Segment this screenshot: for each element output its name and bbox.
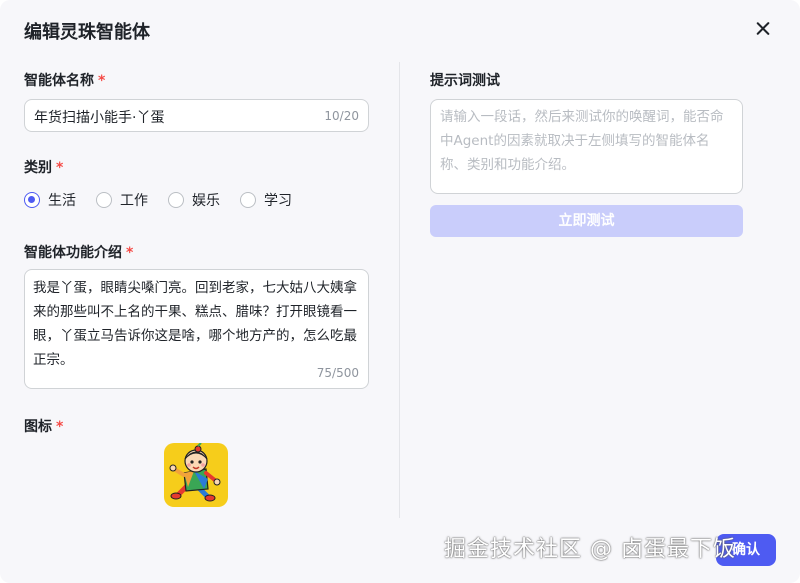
description-label: 智能体功能介绍 * <box>24 242 133 262</box>
edit-agent-dialog: 编辑灵珠智能体 智能体名称 * 年货扫描小能手·丫蛋 10/20 类别 * 生活 工… <box>0 0 800 583</box>
category-option-label: 娱乐 <box>192 193 220 209</box>
description-label-text: 智能体功能介绍 <box>24 245 122 261</box>
prompt-test-textarea[interactable]: 请输入一段话，然后来测试你的唤醒词，能否命中Agent的因素就取决于左侧填写的智… <box>430 99 743 194</box>
category-option-label: 工作 <box>120 193 148 209</box>
radio-unchecked-icon <box>168 192 184 208</box>
description-char-counter: 75/500 <box>316 366 359 380</box>
prompt-test-label: 提示词测试 <box>430 73 500 89</box>
required-mark: * <box>56 160 64 176</box>
radio-checked-icon <box>24 192 40 208</box>
category-option-label: 学习 <box>264 193 292 209</box>
radio-unchecked-icon <box>240 192 256 208</box>
required-mark: * <box>126 245 134 261</box>
agent-description-textarea[interactable]: 我是丫蛋，眼睛尖嗓门亮。回到老家，七大姑八大姨拿来的那些叫不上名的干果、糕点、腊… <box>24 269 369 389</box>
test-now-button[interactable]: 立即测试 <box>430 205 743 237</box>
close-icon[interactable] <box>752 18 774 40</box>
icon-label: 图标 * <box>24 416 63 436</box>
watermark-text: 掘金技术社区 @ 卤蛋最下饭 <box>444 537 736 562</box>
name-label: 智能体名称 * <box>24 70 105 90</box>
category-radio-study[interactable]: 学习 <box>240 190 292 210</box>
column-divider <box>399 62 400 518</box>
name-label-text: 智能体名称 <box>24 73 94 89</box>
radio-unchecked-icon <box>96 192 112 208</box>
agent-description-value: 我是丫蛋，眼睛尖嗓门亮。回到老家，七大姑八大姨拿来的那些叫不上名的干果、糕点、腊… <box>33 280 357 368</box>
required-mark: * <box>98 73 106 89</box>
name-char-counter: 10/20 <box>324 109 359 123</box>
category-label-text: 类别 <box>24 160 52 176</box>
category-radio-work[interactable]: 工作 <box>96 190 148 210</box>
dialog-title: 编辑灵珠智能体 <box>24 22 150 43</box>
agent-name-value: 年货扫描小能手·丫蛋 <box>34 110 165 126</box>
agent-avatar-icon[interactable] <box>164 443 228 507</box>
category-radio-entertainment[interactable]: 娱乐 <box>168 190 220 210</box>
category-radio-life[interactable]: 生活 <box>24 190 76 210</box>
required-mark: * <box>56 419 64 435</box>
category-label: 类别 * <box>24 157 63 177</box>
icon-label-text: 图标 <box>24 419 52 435</box>
agent-name-input[interactable]: 年货扫描小能手·丫蛋 10/20 <box>24 99 369 132</box>
category-option-label: 生活 <box>48 193 76 209</box>
category-radio-group: 生活 工作 娱乐 学习 <box>24 190 312 210</box>
prompt-test-placeholder: 请输入一段话，然后来测试你的唤醒词，能否命中Agent的因素就取决于左侧填写的智… <box>440 109 724 173</box>
